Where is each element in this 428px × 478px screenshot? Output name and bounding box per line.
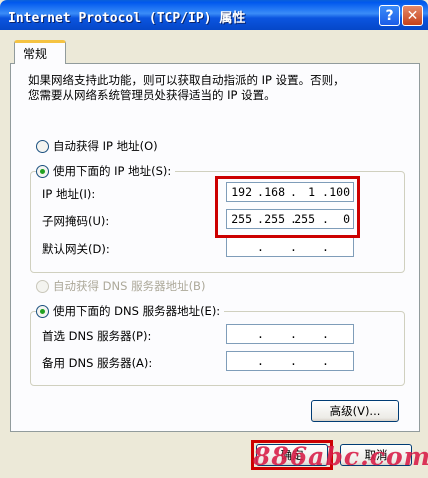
ip-manual-option[interactable]: 使用下面的 IP 地址(S):: [36, 163, 176, 179]
preferred-dns-label: 首选 DNS 服务器(P):: [42, 329, 152, 343]
gateway-label: 默认网关(D):: [42, 242, 110, 256]
help-button[interactable]: ?: [379, 5, 400, 26]
description-line-2: 您需要从网络系统管理员处获得适当的 IP 设置。: [28, 88, 276, 102]
gateway-field[interactable]: . . .: [226, 237, 354, 257]
dns-manual-label: 使用下面的 DNS 服务器地址(E):: [53, 304, 221, 318]
help-icon: ?: [385, 7, 394, 24]
ip-auto-label: 自动获得 IP 地址(O): [53, 139, 158, 153]
window-title: Internet Protocol (TCP/IP) 属性: [8, 11, 246, 26]
preferred-dns-field[interactable]: . . .: [226, 324, 354, 344]
ip-highlight-box: [215, 176, 360, 238]
description-line-1: 如果网络支持此功能，则可以获取自动指派的 IP 设置。否则，: [28, 73, 345, 87]
dns-auto-radio[interactable]: [36, 279, 49, 293]
advanced-button[interactable]: 高级(V)...: [311, 400, 399, 422]
tab-general-label: 常规: [23, 47, 48, 61]
tab-general[interactable]: 常规: [14, 40, 66, 64]
dns-manual-option[interactable]: 使用下面的 DNS 服务器地址(E):: [36, 303, 225, 319]
close-icon: ✕: [406, 7, 419, 24]
dns-auto-option[interactable]: 自动获得 DNS 服务器地址(B): [36, 278, 210, 294]
watermark: 886abc.com: [253, 442, 428, 471]
ip-auto-option[interactable]: 自动获得 IP 地址(O): [36, 138, 162, 154]
advanced-button-label: 高级(V)...: [329, 404, 381, 418]
ip-manual-label: 使用下面的 IP 地址(S):: [53, 164, 172, 178]
dns-auto-label: 自动获得 DNS 服务器地址(B): [53, 279, 206, 293]
ip-address-label: IP 地址(I):: [42, 187, 96, 201]
dns-group: [30, 311, 405, 386]
dns-manual-radio[interactable]: [36, 304, 49, 318]
close-button[interactable]: ✕: [402, 5, 423, 26]
description: 如果网络支持此功能，则可以获取自动指派的 IP 设置。否则， 您需要从网络系统管…: [28, 73, 345, 103]
subnet-mask-label: 子网掩码(U):: [42, 214, 110, 228]
ip-manual-radio[interactable]: [36, 164, 49, 178]
alternate-dns-field[interactable]: . . .: [226, 351, 354, 371]
ip-auto-radio[interactable]: [36, 139, 49, 153]
alternate-dns-label: 备用 DNS 服务器(A):: [42, 356, 153, 370]
title-bar[interactable]: Internet Protocol (TCP/IP) 属性 ? ✕: [0, 0, 428, 30]
